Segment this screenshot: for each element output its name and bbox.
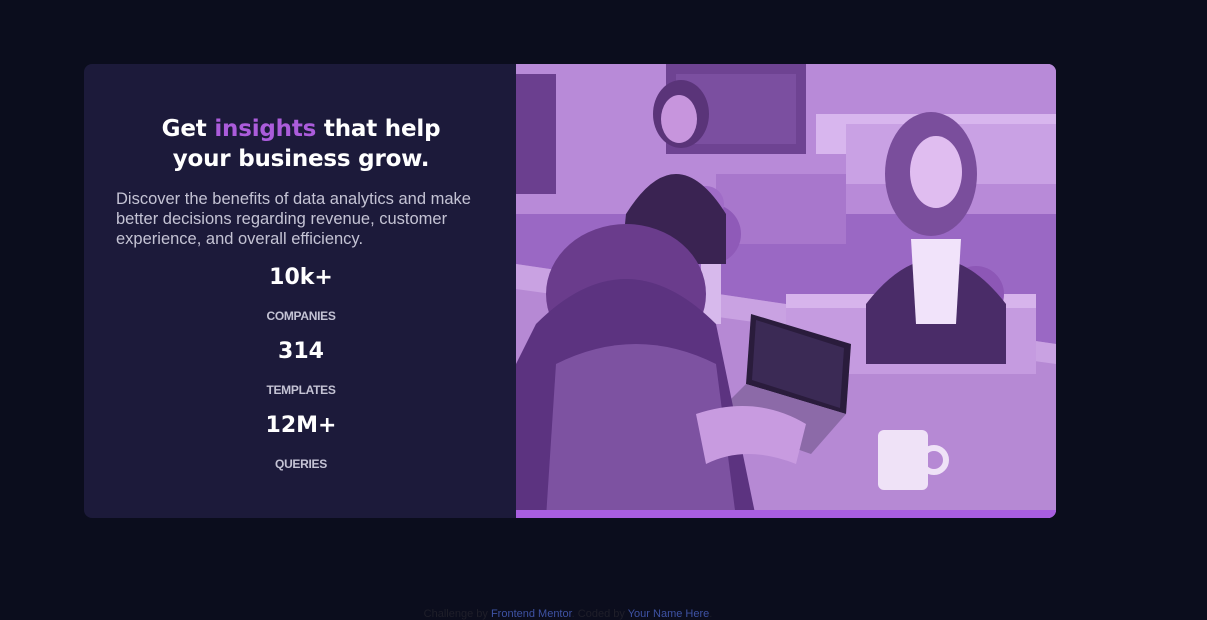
stat-label: COMPANIES (266, 309, 336, 323)
headline-middle: that help (316, 116, 441, 142)
stat-label: QUERIES (275, 457, 327, 471)
stats-list: 10k+ COMPANIES 314 TEMPLATES 12M+ QUERIE… (116, 263, 486, 485)
office-photo-illustration (516, 64, 1056, 518)
stats-preview-card: Get insights that help your business grow… (84, 64, 1056, 518)
office-photo (516, 64, 1056, 518)
stat-label: TEMPLATES (266, 383, 336, 397)
attribution-challenge-text: Challenge by (423, 608, 491, 620)
stat-value: 10k+ (269, 265, 333, 290)
attribution: Challenge by Frontend Mentor. Coded by Y… (0, 606, 1136, 620)
stat-templates: 314 TEMPLATES (266, 337, 335, 397)
headline-start: Get (161, 116, 215, 142)
card-text-panel: Get insights that help your business grow… (84, 64, 516, 518)
image-accent-bar (516, 510, 1056, 518)
page: Get insights that help your business grow… (0, 0, 1207, 620)
headline-accent: insights (214, 116, 317, 142)
headline: Get insights that help your business grow… (116, 114, 486, 174)
headline-line-two: your business grow. (172, 146, 430, 172)
stat-queries: 12M+ QUERIES (266, 411, 337, 471)
description: Discover the benefits of data analytics … (116, 190, 471, 248)
author-link[interactable]: Your Name Here (628, 608, 710, 620)
stat-value: 12M+ (265, 413, 337, 438)
stat-companies: 10k+ COMPANIES (266, 263, 335, 323)
stat-value: 314 (278, 339, 324, 364)
attribution-end: . (709, 608, 713, 620)
attribution-coded-text: . Coded by (571, 608, 628, 620)
frontend-mentor-link[interactable]: Frontend Mentor (491, 608, 572, 620)
